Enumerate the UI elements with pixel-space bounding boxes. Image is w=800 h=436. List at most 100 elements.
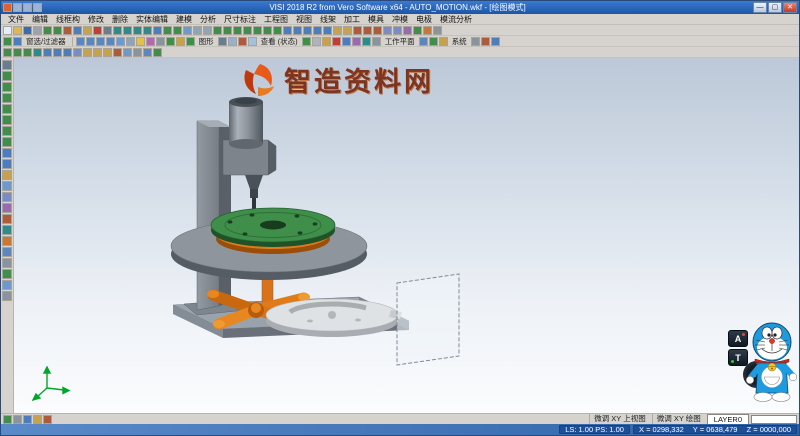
feature-tool-icon[interactable] bbox=[2, 203, 12, 213]
profile-auto-icon[interactable] bbox=[33, 48, 42, 57]
plane-tool-icon[interactable] bbox=[2, 258, 12, 268]
wcs-toggle-icon[interactable] bbox=[33, 415, 42, 424]
polygon-tool-icon[interactable] bbox=[2, 126, 12, 136]
menu-item[interactable]: 文件 bbox=[4, 14, 28, 25]
chamfer-icon[interactable] bbox=[323, 26, 332, 35]
circle-tool-icon[interactable] bbox=[2, 104, 12, 114]
menu-item[interactable]: 实体编辑 bbox=[132, 14, 172, 25]
close-button[interactable]: ✕ bbox=[783, 2, 797, 13]
light-icon[interactable] bbox=[136, 37, 145, 46]
layer-tool-icon[interactable] bbox=[2, 236, 12, 246]
layers-icon[interactable] bbox=[423, 26, 432, 35]
open-file-icon[interactable] bbox=[13, 26, 22, 35]
status-hidden-icon[interactable] bbox=[312, 37, 321, 46]
menu-item[interactable]: 冲模 bbox=[388, 14, 412, 25]
zoom-out-icon[interactable] bbox=[123, 26, 132, 35]
redo-icon[interactable] bbox=[53, 26, 62, 35]
pan-icon[interactable] bbox=[153, 26, 162, 35]
status-locked-icon[interactable] bbox=[322, 37, 331, 46]
system-help-icon[interactable] bbox=[491, 37, 500, 46]
new-file-icon[interactable] bbox=[3, 26, 12, 35]
analysis-tool-icon[interactable] bbox=[2, 269, 12, 279]
menu-item[interactable]: 模流分析 bbox=[436, 14, 476, 25]
line-icon[interactable] bbox=[223, 26, 232, 35]
status-layer[interactable]: LAYER0 bbox=[707, 414, 749, 425]
offset-icon[interactable] bbox=[283, 26, 292, 35]
cut-icon[interactable] bbox=[63, 26, 72, 35]
ellipse-tool-icon[interactable] bbox=[2, 115, 12, 125]
model-spindle[interactable] bbox=[245, 175, 263, 211]
mask-all-icon[interactable] bbox=[133, 48, 142, 57]
solid-tool-icon[interactable] bbox=[2, 192, 12, 202]
paste-icon[interactable] bbox=[83, 26, 92, 35]
menu-item[interactable]: 视图 bbox=[292, 14, 316, 25]
menu-item[interactable]: 修改 bbox=[84, 14, 108, 25]
snap-icon[interactable] bbox=[176, 37, 185, 46]
dimension-tool-icon[interactable] bbox=[2, 159, 12, 169]
rectangle-icon[interactable] bbox=[253, 26, 262, 35]
snap-toggle-icon[interactable] bbox=[3, 415, 12, 424]
hud-button-t[interactable]: T bbox=[728, 349, 748, 366]
quick-redo-icon[interactable] bbox=[33, 3, 42, 12]
face-select-icon[interactable] bbox=[53, 48, 62, 57]
point-tool-icon[interactable] bbox=[2, 71, 12, 81]
grid-icon[interactable] bbox=[156, 37, 165, 46]
spline-icon[interactable] bbox=[273, 26, 282, 35]
extend-icon[interactable] bbox=[303, 26, 312, 35]
quick-plane-icon[interactable] bbox=[143, 48, 152, 57]
status-group-icon[interactable] bbox=[352, 37, 361, 46]
edge-select-icon[interactable] bbox=[63, 48, 72, 57]
status-list-icon[interactable] bbox=[372, 37, 381, 46]
delete-icon[interactable] bbox=[93, 26, 102, 35]
scale-icon[interactable] bbox=[373, 26, 382, 35]
menu-item[interactable]: 分析 bbox=[196, 14, 220, 25]
workplane-align-icon[interactable] bbox=[439, 37, 448, 46]
grid-toggle-icon[interactable] bbox=[13, 415, 22, 424]
transform-tool-icon[interactable] bbox=[2, 214, 12, 224]
refresh-icon[interactable] bbox=[186, 37, 195, 46]
status-color-icon[interactable] bbox=[332, 37, 341, 46]
mask-arc-icon[interactable] bbox=[103, 48, 112, 57]
system-settings-icon[interactable] bbox=[471, 37, 480, 46]
zoom-fit-icon[interactable] bbox=[143, 26, 152, 35]
boolean-icon[interactable] bbox=[403, 26, 412, 35]
view-side-icon[interactable] bbox=[96, 37, 105, 46]
status-visible-icon[interactable] bbox=[302, 37, 311, 46]
menu-item[interactable]: 建模 bbox=[172, 14, 196, 25]
mask-line-icon[interactable] bbox=[93, 48, 102, 57]
filter-icon[interactable] bbox=[13, 37, 22, 46]
view-front-icon[interactable] bbox=[86, 37, 95, 46]
circle-icon[interactable] bbox=[233, 26, 242, 35]
transparency-icon[interactable] bbox=[248, 37, 257, 46]
section-icon[interactable] bbox=[238, 37, 247, 46]
select-icon[interactable] bbox=[103, 26, 112, 35]
extrude-icon[interactable] bbox=[383, 26, 392, 35]
cad-model[interactable] bbox=[14, 58, 799, 413]
status-input-box[interactable] bbox=[751, 415, 797, 424]
model-white-disc[interactable] bbox=[266, 299, 402, 337]
menu-item[interactable]: 电极 bbox=[412, 14, 436, 25]
maximize-button[interactable]: ▢ bbox=[768, 2, 782, 13]
menu-item[interactable]: 编辑 bbox=[28, 14, 52, 25]
save-icon[interactable] bbox=[23, 26, 32, 35]
viewport-3d[interactable]: 智造资料网 bbox=[14, 58, 799, 413]
graphics-settings-icon[interactable] bbox=[218, 37, 227, 46]
move-icon[interactable] bbox=[353, 26, 362, 35]
view-tool-icon[interactable] bbox=[2, 247, 12, 257]
quick-undo-icon[interactable] bbox=[23, 3, 32, 12]
undo-icon[interactable] bbox=[43, 26, 52, 35]
profile-open-icon[interactable] bbox=[13, 48, 22, 57]
status-view-mode[interactable]: 微调 XY 绘图 bbox=[652, 414, 705, 424]
body-select-icon[interactable] bbox=[73, 48, 82, 57]
profile-closed-icon[interactable] bbox=[23, 48, 32, 57]
system-macro-icon[interactable] bbox=[481, 37, 490, 46]
workplane-new-icon[interactable] bbox=[429, 37, 438, 46]
select-arrow-icon[interactable] bbox=[2, 60, 12, 70]
app-icon[interactable] bbox=[3, 3, 12, 12]
axes-icon[interactable] bbox=[166, 37, 175, 46]
render-tool-icon[interactable] bbox=[2, 280, 12, 290]
trim-icon[interactable] bbox=[293, 26, 302, 35]
material-icon[interactable] bbox=[146, 37, 155, 46]
construction-plane[interactable] bbox=[397, 274, 459, 365]
status-workplane[interactable]: 微调 XY 上视图 bbox=[589, 414, 650, 424]
